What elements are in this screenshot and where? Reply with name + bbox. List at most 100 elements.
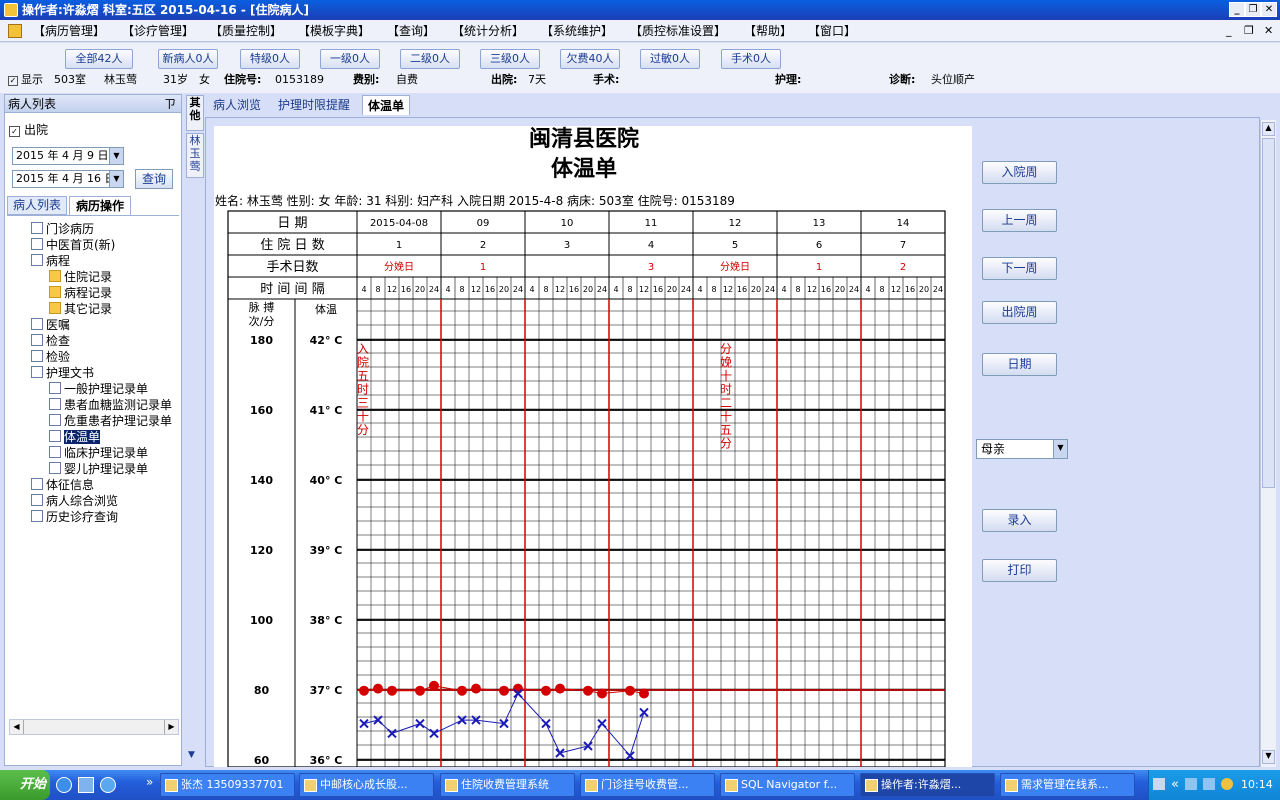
print-button[interactable]: 打印 — [982, 559, 1057, 582]
browser-icon[interactable] — [100, 777, 116, 793]
tree-item[interactable]: 体征信息 — [31, 477, 94, 493]
vertical-scrollbar[interactable]: ▲ ▼ — [1260, 120, 1276, 767]
admission-week-button[interactable]: 入院周 — [982, 161, 1057, 184]
menu-case[interactable]: 【病历管理】 — [33, 20, 105, 42]
mdi-restore-icon[interactable]: ❐ — [1244, 20, 1254, 42]
pulse-point — [555, 748, 565, 758]
tab-temperature-sheet[interactable]: 体温单 — [362, 95, 411, 115]
desktop-icon[interactable] — [78, 777, 94, 793]
filter-level1-button[interactable]: 一级0人 — [320, 49, 380, 69]
mdi-close-icon[interactable]: ✕ — [1264, 20, 1273, 42]
menu-stats[interactable]: 【统计分析】 — [452, 20, 524, 42]
tree-item[interactable]: 病人综合浏览 — [31, 493, 118, 509]
horizontal-scrollbar[interactable]: ◀ ▶ — [9, 719, 179, 735]
close-button[interactable]: ✕ — [1261, 2, 1277, 17]
discharge-checkbox[interactable]: ✓ 出院 — [9, 121, 48, 138]
hour-label: 4 — [529, 285, 534, 294]
menu-query[interactable]: 【查询】 — [387, 20, 435, 42]
menu-diagnosis[interactable]: 【诊疗管理】 — [122, 20, 194, 42]
tree-item[interactable]: 检验 — [31, 349, 70, 365]
temperature-point — [373, 683, 383, 694]
filter-surgery-button[interactable]: 手术0人 — [721, 49, 781, 69]
menu-system[interactable]: 【系统维护】 — [541, 20, 613, 42]
show-checkbox[interactable]: ✓ 显示 — [8, 72, 43, 88]
start-button[interactable]: 开始 — [0, 770, 50, 800]
menu-quality[interactable]: 【质量控制】 — [210, 20, 282, 42]
task-6[interactable]: 操作者:许淼熠... — [860, 773, 995, 797]
task-1[interactable]: 张杰 13509337701 — [160, 773, 295, 797]
hour-label: 12 — [723, 285, 733, 294]
tree-item[interactable]: 住院记录 — [49, 269, 112, 285]
tray-expand-icon[interactable]: « — [1171, 770, 1179, 800]
enter-button[interactable]: 录入 — [982, 509, 1057, 532]
tree-item[interactable]: 患者血糖监测记录单 — [49, 397, 172, 413]
tree-item[interactable]: 门诊病历 — [31, 221, 94, 237]
filter-all-button[interactable]: 全部42人 — [65, 49, 133, 69]
printer-icon[interactable] — [1153, 778, 1165, 790]
network-icon[interactable] — [1203, 778, 1215, 790]
filter-special-button[interactable]: 特级0人 — [240, 49, 300, 69]
tree-item[interactable]: 检查 — [31, 333, 70, 349]
side-tab-other[interactable]: 其他 — [186, 95, 204, 131]
filter-allergy-button[interactable]: 过敏0人 — [640, 49, 700, 69]
previous-week-button[interactable]: 上一周 — [982, 209, 1057, 232]
tree-item[interactable]: 一般护理记录单 — [49, 381, 148, 397]
date-to-field[interactable]: 2015 年 4 月 16 日 ▼ — [12, 170, 124, 188]
restore-button[interactable]: ❐ — [1245, 2, 1261, 17]
task-3[interactable]: 住院收费管理系统 — [440, 773, 575, 797]
quicklaunch-more-icon[interactable]: » — [146, 775, 153, 789]
document-icon — [8, 24, 22, 38]
tree-item[interactable]: 历史诊疗查询 — [31, 509, 118, 525]
tree-item[interactable]: 体温单 — [49, 429, 101, 445]
admission-annotation: 时 — [357, 383, 369, 397]
day-cell: 4 — [648, 240, 654, 251]
filter-new-button[interactable]: 新病人0人 — [158, 49, 218, 69]
next-week-button[interactable]: 下一周 — [982, 257, 1057, 280]
mdi-minimize-icon[interactable]: _ — [1226, 20, 1232, 42]
qq-icon[interactable] — [1221, 778, 1233, 790]
hour-label: 8 — [795, 285, 800, 294]
task-5[interactable]: SQL Navigator f... — [720, 773, 855, 797]
fee-label: 费别: — [353, 73, 380, 86]
tab-patient-list[interactable]: 病人列表 — [7, 196, 67, 215]
tree-item[interactable]: 护理文书 — [31, 365, 94, 381]
discharge-week-button[interactable]: 出院周 — [982, 301, 1057, 324]
filter-level2-button[interactable]: 二级0人 — [400, 49, 460, 69]
tree-item[interactable]: 其它记录 — [49, 301, 112, 317]
tree-item[interactable]: 中医首页(新) — [31, 237, 115, 253]
tree-item[interactable]: 婴儿护理记录单 — [49, 461, 148, 477]
minimize-button[interactable]: _ — [1229, 2, 1245, 17]
menu-template[interactable]: 【模板字典】 — [298, 20, 370, 42]
tab-record-ops[interactable]: 病历操作 — [69, 196, 131, 216]
document-icon — [31, 254, 43, 266]
relation-select[interactable]: 母亲 ▼ — [976, 439, 1068, 459]
scroll-down-icon[interactable]: ▼ — [188, 750, 195, 760]
pin-icon[interactable]: ㄗ — [164, 95, 176, 113]
pulse-tick: 60 — [254, 754, 270, 767]
menu-window[interactable]: 【窗口】 — [808, 20, 856, 42]
menu-qc-standards[interactable]: 【质控标准设置】 — [630, 20, 726, 42]
filter-arrears-button[interactable]: 欠费40人 — [560, 49, 620, 69]
network-icon[interactable] — [1185, 778, 1197, 790]
ie-icon[interactable] — [56, 777, 72, 793]
tree-item[interactable]: 病程记录 — [49, 285, 112, 301]
hour-label: 16 — [485, 285, 495, 294]
tree-item[interactable]: 病程 — [31, 253, 70, 269]
menu-help[interactable]: 【帮助】 — [744, 20, 792, 42]
tab-nursing-reminder[interactable]: 护理时限提醒 — [273, 95, 355, 115]
query-button[interactable]: 查询 — [135, 169, 173, 189]
side-tab-patient[interactable]: 林玉莺 — [186, 133, 204, 178]
hour-label: 24 — [849, 285, 859, 294]
task-7[interactable]: 需求管理在线系... — [1000, 773, 1135, 797]
day-cell: 2 — [480, 240, 486, 251]
filter-level3-button[interactable]: 三级0人 — [480, 49, 540, 69]
tab-patient-browse[interactable]: 病人浏览 — [208, 95, 266, 115]
hour-label: 16 — [401, 285, 411, 294]
date-button[interactable]: 日期 — [982, 353, 1057, 376]
date-from-field[interactable]: 2015 年 4 月 9 日 ▼ — [12, 147, 124, 165]
tree-item[interactable]: 危重患者护理记录单 — [49, 413, 172, 429]
tree-item[interactable]: 医嘱 — [31, 317, 70, 333]
task-4[interactable]: 门诊挂号收费管... — [580, 773, 715, 797]
tree-item[interactable]: 临床护理记录单 — [49, 445, 148, 461]
task-2[interactable]: 中邮核心成长股... — [299, 773, 434, 797]
